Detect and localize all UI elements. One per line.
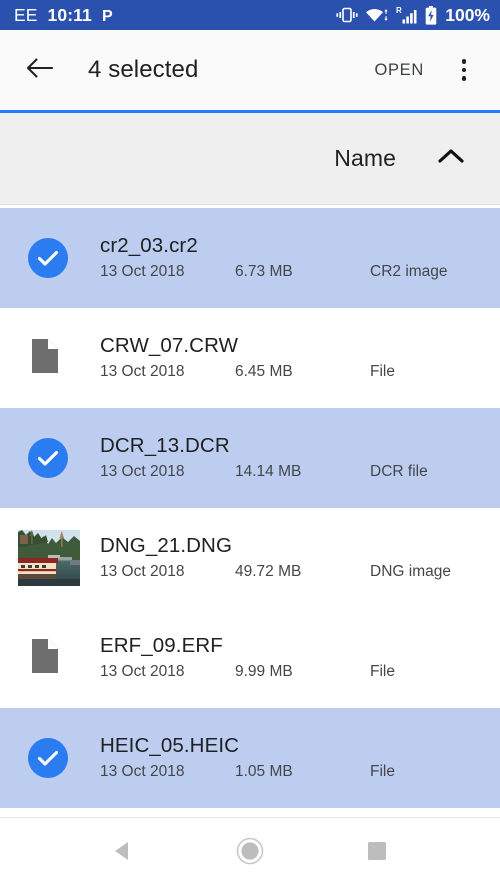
file-type: DCR file xyxy=(370,463,428,480)
file-row-body: DCR_13.DCR 13 Oct 2018 14.14 MB DCR file xyxy=(80,434,500,482)
file-meta: 13 Oct 2018 49.72 MB DNG image xyxy=(100,562,500,582)
svg-text:R: R xyxy=(396,6,402,15)
file-date: 13 Oct 2018 xyxy=(100,563,185,580)
check-circle-icon[interactable] xyxy=(28,438,68,478)
file-meta: 13 Oct 2018 6.45 MB File xyxy=(100,362,500,382)
file-type: File xyxy=(370,663,395,680)
file-size: 1.05 MB xyxy=(235,763,293,780)
file-list-item[interactable]: ERF_09.ERF 13 Oct 2018 9.99 MB File xyxy=(0,608,500,708)
file-type: DNG image xyxy=(370,563,451,580)
parking-p-icon: P xyxy=(102,7,116,24)
file-meta: 13 Oct 2018 9.99 MB File xyxy=(100,662,500,682)
file-list-item[interactable]: HEIC_05.HEIC 13 Oct 2018 1.05 MB File xyxy=(0,708,500,808)
row-leading-icon[interactable] xyxy=(18,430,80,486)
sort-label: Name xyxy=(334,145,396,171)
file-list-item[interactable]: DCR_13.DCR 13 Oct 2018 14.14 MB DCR file xyxy=(0,408,500,508)
nav-recents-square-icon xyxy=(365,839,389,868)
file-date: 13 Oct 2018 xyxy=(100,463,185,480)
more-vertical-icon-dot-1 xyxy=(461,59,467,64)
nav-recents-button[interactable] xyxy=(349,826,405,882)
check-circle-icon[interactable] xyxy=(28,238,68,278)
status-bar-right: R 100% xyxy=(336,5,490,26)
file-list-item[interactable]: cr2_03.cr2 13 Oct 2018 6.73 MB CR2 image xyxy=(0,208,500,308)
roaming-indicator: R xyxy=(396,6,418,24)
nav-back-button[interactable] xyxy=(95,826,151,882)
row-leading-icon[interactable] xyxy=(18,530,80,586)
file-row-body: cr2_03.cr2 13 Oct 2018 6.73 MB CR2 image xyxy=(80,234,500,282)
vibrate-icon xyxy=(336,7,358,23)
file-row-body: CRW_07.CRW 13 Oct 2018 6.45 MB File xyxy=(80,334,500,382)
nav-home-circle-icon xyxy=(235,836,265,871)
file-meta: 13 Oct 2018 14.14 MB DCR file xyxy=(100,462,500,482)
file-type: File xyxy=(370,363,395,380)
document-icon xyxy=(30,637,60,680)
clock-label: 10:11 xyxy=(47,4,92,25)
file-date: 13 Oct 2018 xyxy=(100,263,185,280)
row-leading-icon[interactable] xyxy=(18,630,80,686)
nav-back-triangle-icon xyxy=(110,838,136,869)
more-vertical-icon-dot-2 xyxy=(461,67,467,73)
file-row-body: HEIC_05.HEIC 13 Oct 2018 1.05 MB File xyxy=(80,734,500,782)
sort-bar[interactable]: Name xyxy=(0,113,500,205)
battery-charging-icon xyxy=(425,5,437,25)
android-navigation-bar xyxy=(0,817,500,889)
page-title: 4 selected xyxy=(88,56,199,83)
svg-text:P: P xyxy=(102,8,113,24)
back-arrow-icon xyxy=(26,56,54,85)
check-circle-icon[interactable] xyxy=(28,738,68,778)
app-bar: 4 selected OPEN xyxy=(0,30,500,110)
battery-percent-label: 100% xyxy=(445,4,490,25)
chevron-up-icon xyxy=(437,147,465,170)
file-name: ERF_09.ERF xyxy=(100,634,223,657)
more-vertical-icon-dot-3 xyxy=(461,76,467,81)
file-date: 13 Oct 2018 xyxy=(100,363,185,380)
file-type: CR2 image xyxy=(370,263,448,280)
file-size: 9.99 MB xyxy=(235,663,293,680)
file-list-item[interactable]: CRW_07.CRW 13 Oct 2018 6.45 MB File xyxy=(0,308,500,408)
file-date: 13 Oct 2018 xyxy=(100,663,185,680)
sort-direction-button[interactable] xyxy=(436,144,466,174)
file-size: 49.72 MB xyxy=(235,563,302,580)
android-file-picker-screen: EE 10:11 P R 100% 4 selected OPEN Name c… xyxy=(0,0,500,889)
more-options-button[interactable] xyxy=(444,48,484,92)
status-bar: EE 10:11 P R 100% xyxy=(0,0,500,30)
file-row-body: DNG_21.DNG 13 Oct 2018 49.72 MB DNG imag… xyxy=(80,534,500,582)
file-size: 6.73 MB xyxy=(235,263,293,280)
file-name: HEIC_05.HEIC xyxy=(100,734,240,757)
row-leading-icon[interactable] xyxy=(18,730,80,786)
wifi-icon xyxy=(365,7,389,23)
file-meta: 13 Oct 2018 6.73 MB CR2 image xyxy=(100,262,500,282)
file-name: CRW_07.CRW xyxy=(100,334,239,357)
file-name: DCR_13.DCR xyxy=(100,434,230,457)
file-meta: 13 Oct 2018 1.05 MB File xyxy=(100,762,500,782)
file-list: cr2_03.cr2 13 Oct 2018 6.73 MB CR2 image xyxy=(0,205,500,817)
row-leading-icon[interactable] xyxy=(18,330,80,386)
file-type: File xyxy=(370,763,395,780)
row-leading-icon[interactable] xyxy=(18,230,80,286)
back-button[interactable] xyxy=(20,50,60,90)
file-size: 14.14 MB xyxy=(235,463,302,480)
file-name: cr2_03.cr2 xyxy=(100,234,198,257)
status-bar-left: EE 10:11 P xyxy=(14,5,116,26)
file-size: 6.45 MB xyxy=(235,363,293,380)
file-list-item[interactable]: DNG_21.DNG 13 Oct 2018 49.72 MB DNG imag… xyxy=(0,508,500,608)
open-button[interactable]: OPEN xyxy=(368,53,430,88)
file-row-body: ERF_09.ERF 13 Oct 2018 9.99 MB File xyxy=(80,634,500,682)
file-date: 13 Oct 2018 xyxy=(100,763,185,780)
file-name: DNG_21.DNG xyxy=(100,534,233,557)
carrier-label: EE xyxy=(14,4,38,25)
nav-home-button[interactable] xyxy=(222,826,278,882)
photo-thumbnail xyxy=(18,530,80,586)
document-icon xyxy=(30,337,60,380)
